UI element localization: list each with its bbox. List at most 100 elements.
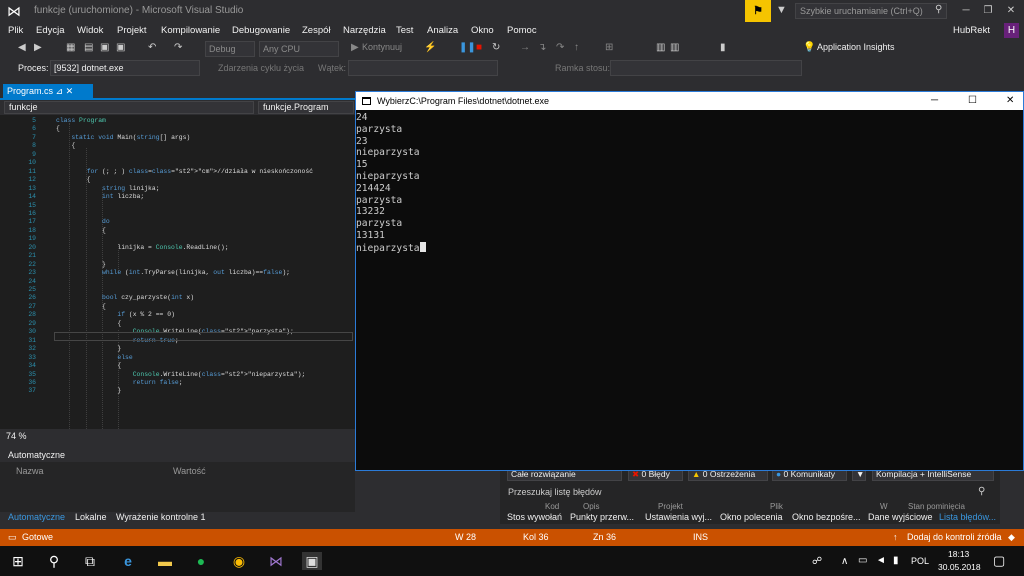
save-icon[interactable]: ▣ — [100, 42, 109, 53]
windows-start-icon[interactable]: ⊞ — [8, 552, 28, 570]
step-into-icon[interactable]: ↴ — [538, 42, 546, 53]
col-projekt[interactable]: Projekt — [658, 502, 683, 511]
toolbar-icon[interactable]: ▥ — [670, 42, 679, 53]
show-hidden-icons-icon[interactable]: ∧ — [841, 556, 848, 567]
search-icon[interactable]: ⚲ — [44, 552, 64, 570]
visual-studio-icon[interactable]: ⋈ — [266, 552, 286, 570]
lifecycle-events-button[interactable]: Zdarzenia cyklu życia — [218, 63, 304, 73]
console-app-icon[interactable]: ▣ — [302, 552, 322, 570]
save-all-icon[interactable]: ▣ — [116, 42, 125, 53]
people-icon[interactable]: ☍ — [812, 556, 822, 567]
zoom-level[interactable]: 74 % — [6, 431, 27, 441]
tab-output[interactable]: Dane wyjściowe — [868, 512, 933, 522]
quick-launch-input[interactable]: Szybkie uruchamianie (Ctrl+Q) — [795, 3, 947, 19]
pause-icon[interactable]: ❚❚ — [459, 42, 476, 53]
bookmark-icon[interactable]: ▮ — [720, 42, 726, 53]
tab-call-stack[interactable]: Stos wywołań — [507, 512, 562, 522]
tab-exception-settings[interactable]: Ustawienia wyj... — [645, 512, 712, 522]
menu-debugowanie[interactable]: Debugowanie — [232, 25, 290, 36]
thread-select[interactable] — [348, 60, 498, 76]
file-explorer-icon[interactable]: ▬ — [155, 552, 175, 570]
menu-pomoc[interactable]: Pomoc — [507, 25, 537, 36]
step-out-icon[interactable]: ↑ — [574, 42, 579, 53]
open-icon[interactable]: ▤ — [84, 42, 93, 53]
col-stan-pominiecia[interactable]: Stan pominięcia — [908, 502, 965, 511]
pin-icon[interactable]: ⊿ — [56, 86, 64, 96]
error-search-input[interactable]: Przeszukaj listę błędów — [508, 487, 602, 497]
spotify-icon[interactable]: ● — [191, 552, 211, 570]
volume-icon[interactable]: ◄ — [876, 555, 886, 566]
autos-col-name[interactable]: Nazwa — [16, 466, 44, 476]
tab-program-cs[interactable]: Program.cs ⊿ ✕ — [3, 84, 93, 98]
edge-icon[interactable]: e — [118, 552, 138, 570]
col-w[interactable]: W — [880, 502, 888, 511]
col-opis[interactable]: Opis — [583, 502, 599, 511]
clock-date[interactable]: 30.05.2018 — [938, 562, 981, 572]
menu-analiza[interactable]: Analiza — [427, 25, 458, 36]
platform-select[interactable]: Any CPU — [259, 41, 339, 57]
close-icon[interactable]: ✕ — [66, 86, 74, 96]
network-icon[interactable]: ▭ — [858, 555, 867, 566]
input-language[interactable]: POL — [911, 556, 929, 566]
step-over-icon[interactable]: ↷ — [556, 42, 564, 53]
restart-icon[interactable]: ↻ — [492, 42, 500, 53]
search-icon[interactable]: ⚲ — [935, 4, 942, 15]
hot-reload-icon[interactable]: ⚡ — [424, 42, 436, 53]
show-next-statement-icon[interactable]: → — [520, 42, 530, 53]
menu-widok[interactable]: Widok — [77, 25, 103, 36]
type-dropdown[interactable]: funkcje.Program — [258, 101, 354, 114]
menu-projekt[interactable]: Projekt — [117, 25, 147, 36]
process-select[interactable]: [9532] dotnet.exe — [50, 60, 200, 76]
close-button[interactable]: ✕ — [1000, 2, 1022, 20]
console-title-bar[interactable]: WybierzC:\Program Files\dotnet\dotnet.ex… — [356, 92, 1023, 110]
notification-icon[interactable]: ◆ — [1008, 532, 1015, 543]
chrome-icon[interactable]: ◉ — [229, 552, 249, 570]
tab-command-window[interactable]: Okno polecenia — [720, 512, 783, 522]
back-icon[interactable]: ◀ — [18, 42, 26, 53]
minimize-button[interactable]: ─ — [955, 2, 977, 20]
stack-frame-select[interactable] — [610, 60, 802, 76]
stop-icon[interactable]: ■ — [476, 42, 482, 53]
undo-icon[interactable]: ↶ — [148, 42, 156, 53]
menu-kompilowanie[interactable]: Kompilowanie — [161, 25, 220, 36]
add-to-source-control-button[interactable]: Dodaj do kontroli źródła — [907, 532, 1002, 542]
search-icon[interactable]: ⚲ — [978, 486, 985, 497]
tab-immediate-window[interactable]: Okno bezpośre... — [792, 512, 861, 522]
console-close-button[interactable]: ✕ — [1006, 92, 1014, 110]
clock-time[interactable]: 18:13 — [948, 549, 969, 559]
battery-icon[interactable]: ▮ — [893, 555, 899, 566]
filter-icon[interactable]: ▼ — [776, 4, 787, 16]
console-maximize-button[interactable]: ☐ — [968, 92, 977, 110]
code-editor[interactable]: 5 class Program 6 {7 static void Main(strin… — [0, 115, 355, 429]
continue-button[interactable]: Kontynuuj — [362, 42, 402, 52]
action-center-icon[interactable]: ▢ — [993, 553, 1005, 569]
feedback-flag-icon[interactable]: ⚑ — [745, 0, 771, 22]
config-select[interactable]: Debug — [205, 41, 255, 57]
task-view-icon[interactable]: ⧉ — [80, 552, 100, 570]
tab-error-list[interactable]: Lista błędów... — [939, 512, 996, 522]
col-plik[interactable]: Plik — [770, 502, 783, 511]
project-dropdown[interactable]: funkcje — [4, 101, 254, 114]
autos-col-value[interactable]: Wartość — [173, 466, 206, 476]
application-insights-button[interactable]: Application Insights — [817, 42, 895, 52]
menu-edycja[interactable]: Edycja — [36, 25, 65, 36]
menu-plik[interactable]: Plik — [8, 25, 23, 36]
avatar[interactable]: H — [1004, 23, 1019, 38]
forward-icon[interactable]: ▶ — [34, 42, 42, 53]
tab-autos[interactable]: Automatyczne — [8, 512, 65, 522]
col-kod[interactable]: Kod — [545, 502, 559, 511]
menu-test[interactable]: Test — [396, 25, 413, 36]
toolbar-icon[interactable]: ▥ — [656, 42, 665, 53]
continue-icon[interactable]: ▶ — [351, 42, 359, 53]
menu-zespol[interactable]: Zespół — [302, 25, 331, 36]
tab-watch[interactable]: Wyrażenie kontrolne 1 — [116, 512, 205, 522]
menu-narzedzia[interactable]: Narzędzia — [343, 25, 386, 36]
tab-breakpoints[interactable]: Punkty przerw... — [570, 512, 634, 522]
console-minimize-button[interactable]: ─ — [931, 92, 938, 110]
menu-okno[interactable]: Okno — [471, 25, 494, 36]
redo-icon[interactable]: ↷ — [174, 42, 182, 53]
tab-locals[interactable]: Lokalne — [75, 512, 107, 522]
maximize-button[interactable]: ❐ — [977, 2, 999, 20]
account-name[interactable]: HubRekt — [953, 25, 990, 36]
new-project-icon[interactable]: ▦ — [66, 42, 75, 53]
